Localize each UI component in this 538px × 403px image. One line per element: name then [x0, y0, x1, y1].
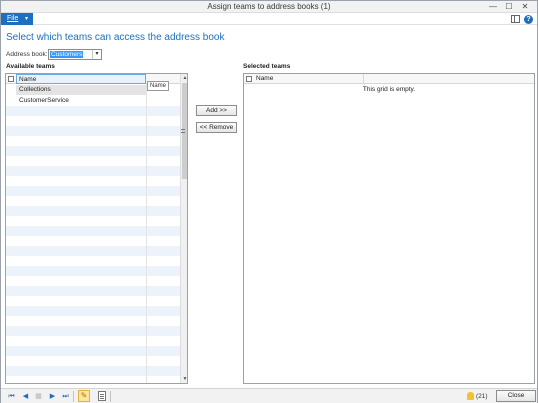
- empty-grid-message: This grid is empty.: [362, 86, 416, 93]
- remove-button[interactable]: << Remove: [196, 122, 237, 133]
- scroll-up-icon[interactable]: ▲: [181, 74, 187, 82]
- table-row[interactable]: Collections: [16, 85, 146, 95]
- edit-mode-icon[interactable]: ✎: [78, 390, 90, 402]
- column-divider: [146, 74, 147, 383]
- selected-teams-grid[interactable]: Name This grid is empty.: [243, 73, 535, 384]
- first-record-icon[interactable]: ⏮: [7, 392, 16, 401]
- grid-rows-background: [6, 96, 180, 383]
- next-record-icon[interactable]: ▶: [48, 392, 57, 401]
- dialog-window: Assign teams to address books (1) — ☐ ✕ …: [0, 0, 538, 403]
- divider: [73, 391, 74, 402]
- chevron-down-icon[interactable]: ▾: [92, 50, 101, 59]
- address-book-label: Address book:: [6, 51, 48, 58]
- add-button[interactable]: Add >>: [196, 105, 237, 116]
- available-teams-grid[interactable]: Name Collections CustomerService Name ▲ …: [5, 73, 188, 384]
- notification-count[interactable]: (21): [476, 392, 488, 401]
- last-record-icon[interactable]: ⏭: [61, 392, 70, 401]
- minimize-button[interactable]: —: [487, 2, 499, 12]
- grid-page-icon: ▦: [35, 393, 42, 400]
- document-icon[interactable]: [98, 391, 106, 401]
- file-menu[interactable]: File ▾: [1, 13, 33, 25]
- maximize-button[interactable]: ☐: [503, 2, 515, 12]
- column-tooltip: Name: [147, 81, 170, 91]
- table-row[interactable]: CustomerService: [16, 96, 146, 106]
- menu-bar: File ▾ ?: [1, 13, 537, 25]
- available-teams-title: Available teams: [6, 63, 55, 70]
- select-all-checkbox[interactable]: [246, 76, 252, 82]
- status-bar: ⏮ ◀ ▦ ▶ ⏭ ✎ (21) Close: [1, 388, 537, 403]
- team-name-cell: Collections: [19, 86, 51, 93]
- vertical-scrollbar[interactable]: ▲ ▼: [180, 74, 187, 383]
- page-title: Select which teams can access the addres…: [6, 32, 225, 43]
- file-menu-label: File: [7, 15, 19, 22]
- chevron-down-icon: ▾: [25, 16, 29, 22]
- column-header-label: Name: [256, 75, 274, 82]
- column-header-label: Name: [19, 76, 37, 83]
- splitter-handle-icon[interactable]: [181, 127, 185, 135]
- previous-record-icon[interactable]: ◀: [21, 392, 30, 401]
- title-bar: Assign teams to address books (1) — ☐ ✕: [1, 1, 537, 13]
- close-window-button[interactable]: ✕: [519, 2, 531, 12]
- bell-icon[interactable]: [467, 392, 474, 400]
- select-all-checkbox[interactable]: [8, 76, 14, 82]
- scroll-down-icon[interactable]: ▼: [181, 375, 187, 383]
- layout-icon[interactable]: [511, 15, 520, 23]
- team-name-cell: CustomerService: [19, 97, 69, 104]
- selected-teams-title: Selected teams: [243, 63, 291, 70]
- address-book-value[interactable]: Customers: [50, 51, 84, 58]
- name-column-header[interactable]: Name: [16, 74, 146, 84]
- address-book-select[interactable]: Customers ▾: [48, 49, 102, 60]
- grid-header: Name: [244, 74, 534, 84]
- help-icon[interactable]: ?: [524, 15, 533, 24]
- window-title: Assign teams to address books (1): [207, 2, 331, 11]
- name-column-header[interactable]: Name: [254, 74, 364, 84]
- divider: [110, 391, 111, 402]
- close-button[interactable]: Close: [496, 390, 536, 402]
